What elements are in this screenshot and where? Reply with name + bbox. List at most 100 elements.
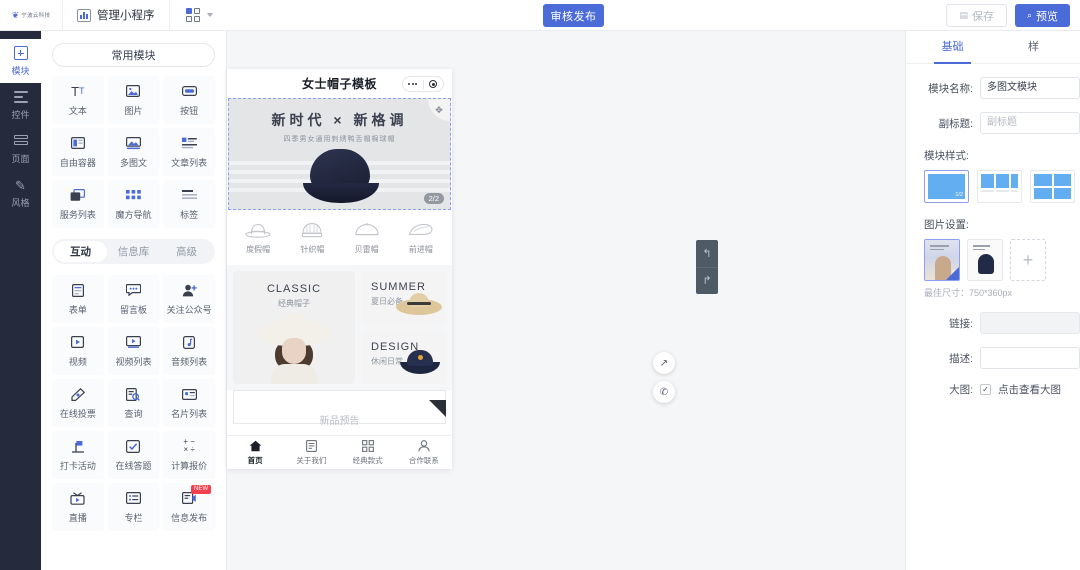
bigimage-checkbox[interactable]: ✓	[980, 384, 991, 395]
module-container[interactable]: 自由容器	[52, 128, 104, 176]
beanie-hat-icon	[302, 223, 323, 238]
rail-item-style[interactable]: ✎ 风格	[0, 171, 41, 215]
phone-icon: ✆	[659, 386, 669, 398]
article-list-icon	[181, 136, 197, 151]
search-icon: ⌕	[1026, 10, 1032, 20]
category-nav: 度假帽 针织帽 贝雷帽 前进帽	[227, 210, 452, 265]
module-button[interactable]: 按钮	[163, 76, 215, 124]
tabbar-label: 合作联系	[408, 455, 439, 465]
vote-icon	[71, 387, 85, 402]
settings-tab-style[interactable]: 样	[993, 31, 1074, 64]
tab-advanced[interactable]: 高级	[160, 241, 213, 262]
rail-item-pages[interactable]: 页面	[0, 127, 41, 171]
card-classic[interactable]: CLASSIC 经典帽子	[233, 271, 355, 384]
module-form[interactable]: 表单	[52, 275, 104, 323]
module-publish-info[interactable]: NEW 信息发布	[163, 483, 215, 531]
module-calculator[interactable]: + − × ÷ 计算报价	[163, 431, 215, 479]
module-tag[interactable]: 标签	[163, 180, 215, 228]
image-thumb-2[interactable]	[967, 239, 1003, 281]
audio-list-icon	[183, 335, 196, 350]
nav-item-newsboy[interactable]: 前进帽	[394, 222, 448, 255]
style-option-four-grid[interactable]	[1030, 170, 1075, 203]
newsboy-hat-icon	[408, 223, 433, 235]
user-icon	[418, 439, 430, 451]
sun-hat-image	[396, 289, 442, 315]
desc-input[interactable]	[980, 347, 1080, 369]
save-button[interactable]: ▤ 保存	[946, 4, 1007, 27]
module-audio-list[interactable]: 音频列表	[163, 327, 215, 375]
nav-item-label: 针织帽	[300, 245, 325, 254]
module-query[interactable]: 查询	[107, 379, 160, 427]
module-live[interactable]: 直播	[52, 483, 104, 531]
tabbar-item-about[interactable]: 关于我们	[283, 439, 339, 466]
tabbar-item-styles[interactable]: 经典款式	[340, 439, 396, 466]
phone-fab-button[interactable]: ✆	[653, 381, 675, 403]
tab-infobase[interactable]: 信息库	[107, 241, 160, 262]
nav-item-fedora[interactable]: 度假帽	[231, 222, 285, 255]
module-card-list[interactable]: 名片列表	[163, 379, 215, 427]
link-input[interactable]	[980, 312, 1080, 334]
nav-item-beret[interactable]: 贝雷帽	[340, 222, 394, 255]
image-thumb-1[interactable]	[924, 239, 960, 281]
module-video[interactable]: 视频	[52, 327, 104, 375]
share-fab-button[interactable]: ↗	[653, 352, 675, 374]
module-text[interactable]: TT 文本	[52, 76, 104, 124]
style-badge: 1/2	[955, 192, 963, 198]
nav-item-beanie[interactable]: 针织帽	[285, 222, 339, 255]
target-icon	[424, 80, 444, 88]
module-name-row: 模块名称: 多图文模块	[906, 77, 1080, 99]
module-column[interactable]: 专栏	[107, 483, 160, 531]
top-bar: ❦ 宁波云科技 管理小程序 审核发布 ▤ 保存 ⌕ 预览	[0, 0, 1080, 31]
apps-switcher-button[interactable]	[170, 8, 223, 22]
module-quiz[interactable]: 在线答题	[107, 431, 160, 479]
button-icon	[181, 84, 197, 99]
plus-square-icon	[13, 46, 28, 61]
tab-interactive[interactable]: 互动	[54, 241, 107, 262]
add-image-button[interactable]: +	[1010, 239, 1046, 281]
rail-item-label: 页面	[11, 153, 30, 164]
module-name-input[interactable]: 多图文模块	[980, 77, 1080, 99]
module-video-list[interactable]: 视频列表	[107, 327, 160, 375]
redo-button[interactable]: ↱	[696, 268, 718, 295]
upcoming-card-text: 新品预告	[319, 416, 360, 427]
rail-item-controls[interactable]: 控件	[0, 83, 41, 127]
chart-icon	[77, 8, 91, 22]
tabbar-item-contact[interactable]: 合作联系	[396, 439, 452, 466]
grid-apps-icon	[185, 8, 200, 22]
module-image[interactable]: 图片	[107, 76, 160, 124]
publish-button[interactable]: 审核发布	[543, 4, 604, 27]
checkin-icon	[71, 439, 85, 454]
subtitle-row: 副标题: 副标题	[906, 112, 1080, 134]
style-option-one-half[interactable]: 1/2	[924, 170, 969, 203]
subtitle-input[interactable]: 副标题	[980, 112, 1080, 134]
module-magic-nav[interactable]: 魔方导航	[107, 180, 160, 228]
card-summer[interactable]: SUMMER 夏日必备	[361, 271, 446, 325]
module-multi-image-text[interactable]: 多图文	[107, 128, 160, 176]
module-message-board[interactable]: 留言板	[107, 275, 160, 323]
banner-module[interactable]: 新时代 × 新格调 四季男女通用刺绣鸭舌帽棉球帽 2/2 ✥	[228, 98, 451, 210]
undo-arrow-icon: ↰	[702, 247, 712, 260]
module-article-list[interactable]: 文章列表	[163, 128, 215, 176]
brand-logo[interactable]: ❦ 宁波云科技	[0, 10, 62, 20]
banner-title: 新时代 × 新格调	[271, 112, 408, 128]
settings-tab-basic[interactable]: 基础	[912, 31, 993, 64]
module-checkin[interactable]: 打卡活动	[52, 431, 104, 479]
subtitle-label: 副标题:	[938, 117, 973, 130]
undo-button[interactable]: ↰	[696, 240, 718, 268]
rail-item-label: 控件	[11, 109, 30, 120]
module-service-list[interactable]: 服务列表	[52, 180, 104, 228]
pages-icon	[13, 134, 28, 149]
bigimage-label: 大图:	[949, 384, 973, 396]
module-follow-account[interactable]: 关注公众号	[163, 275, 215, 323]
rail-item-modules[interactable]: 模块	[0, 39, 41, 83]
manage-miniprogram-label: 管理小程序	[97, 10, 155, 22]
card-design[interactable]: DESIGN 休闲日常	[361, 330, 446, 384]
common-modules-header[interactable]: 常用模块	[52, 43, 215, 67]
module-vote[interactable]: 在线投票	[52, 379, 104, 427]
preview-button[interactable]: ⌕ 预览	[1014, 4, 1070, 27]
manage-miniprogram-button[interactable]: 管理小程序	[63, 0, 169, 31]
style-option-three-column[interactable]	[977, 170, 1022, 203]
upcoming-card[interactable]: 新品预告	[233, 390, 446, 427]
tabbar-item-home[interactable]: 首页	[227, 440, 283, 466]
module-name-label: 模块名称:	[928, 82, 973, 95]
